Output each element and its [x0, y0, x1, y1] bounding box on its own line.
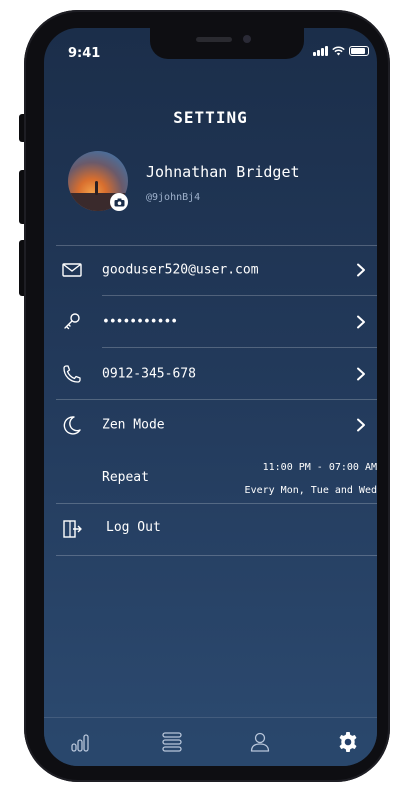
- chevron-right-icon: [357, 263, 365, 277]
- menu-icon[interactable]: [160, 730, 184, 754]
- status-icons: [313, 46, 369, 56]
- divider: [102, 347, 377, 348]
- user-name: Johnathan Bridget: [146, 163, 300, 181]
- stats-icon[interactable]: [68, 730, 92, 754]
- logout-label: Log Out: [106, 520, 161, 535]
- mail-icon: [62, 263, 82, 277]
- phone-value: 0912-345-678: [102, 366, 196, 382]
- repeat-days: Every Mon, Tue and Wed: [244, 485, 377, 496]
- speaker: [196, 37, 232, 42]
- camera-icon: [114, 198, 124, 206]
- email-row[interactable]: gooduser520@user.com: [44, 245, 377, 295]
- status-time: 9:41: [68, 46, 101, 61]
- key-icon: [64, 313, 80, 330]
- page-title: SETTING: [173, 108, 248, 127]
- email-value: gooduser520@user.com: [102, 262, 259, 278]
- repeat-time: 11:00 PM - 07:00 AM: [262, 462, 377, 473]
- signal-icon: [313, 46, 328, 56]
- logout-row[interactable]: Log Out: [44, 504, 377, 554]
- password-value: •••••••••••: [102, 314, 178, 330]
- divider: [56, 555, 377, 556]
- chevron-right-icon: [357, 367, 365, 381]
- zen-mode-row[interactable]: Zen Mode: [44, 400, 377, 450]
- logout-icon: [63, 520, 82, 538]
- profile-icon[interactable]: [248, 730, 272, 754]
- phone-screen: 9:41 SETTING Johnathan Bridget @9johnBj4: [44, 28, 377, 766]
- phone-icon: [63, 365, 81, 383]
- moon-icon: [63, 416, 81, 435]
- password-row[interactable]: •••••••••••: [44, 297, 377, 347]
- settings-icon[interactable]: [336, 730, 360, 754]
- chevron-right-icon: [357, 418, 365, 432]
- repeat-label[interactable]: Repeat: [102, 470, 149, 485]
- notch: [150, 28, 304, 59]
- battery-icon: [349, 46, 369, 56]
- phone-row[interactable]: 0912-345-678: [44, 349, 377, 399]
- wifi-icon: [332, 46, 345, 56]
- user-handle: @9johnBj4: [146, 192, 201, 203]
- front-camera: [243, 35, 251, 43]
- divider: [102, 295, 377, 296]
- zen-mode-label: Zen Mode: [102, 417, 165, 433]
- tab-bar: [44, 717, 377, 766]
- chevron-right-icon: [357, 315, 365, 329]
- change-photo-button[interactable]: [110, 193, 128, 211]
